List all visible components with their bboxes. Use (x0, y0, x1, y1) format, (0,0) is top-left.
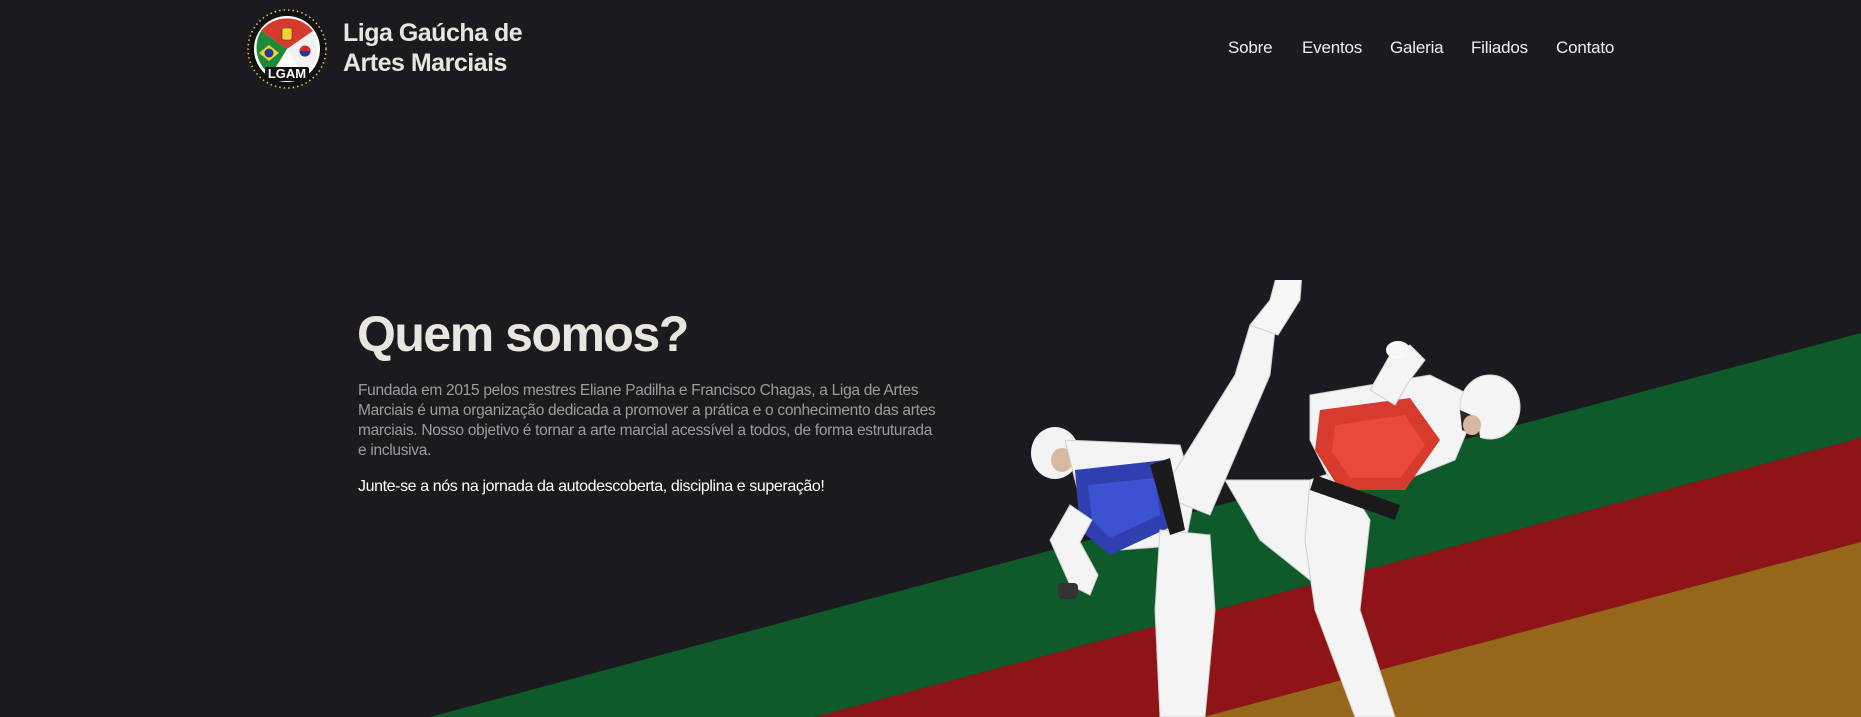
nav-item-galeria[interactable]: Galeria (1390, 37, 1444, 59)
svg-text:LGAM: LGAM (268, 66, 306, 81)
nav-item-filiados[interactable]: Filiados (1471, 37, 1528, 59)
red-fighter-figure (1224, 341, 1521, 717)
site-header: LGAM Liga Gaúcha de Artes Marciais Sobre… (0, 0, 1861, 100)
flag-stripes-decoration (430, 333, 1861, 717)
page: LGAM Liga Gaúcha de Artes Marciais Sobre… (0, 0, 1861, 717)
nav-item-contato[interactable]: Contato (1556, 37, 1614, 59)
hero-cta-text: Junte-se a nós na jornada da autodescobe… (358, 478, 825, 495)
nav-item-sobre[interactable]: Sobre (1228, 37, 1273, 59)
hero-description: Fundada em 2015 pelos mestres Eliane Pad… (358, 382, 936, 459)
nav-item-eventos[interactable]: Eventos (1302, 37, 1362, 59)
taekwondo-fighters-illustration (1031, 280, 1521, 717)
main-nav: Sobre Eventos Galeria Filiados Contato (0, 37, 1861, 61)
hero-title: Quem somos? (357, 306, 689, 362)
